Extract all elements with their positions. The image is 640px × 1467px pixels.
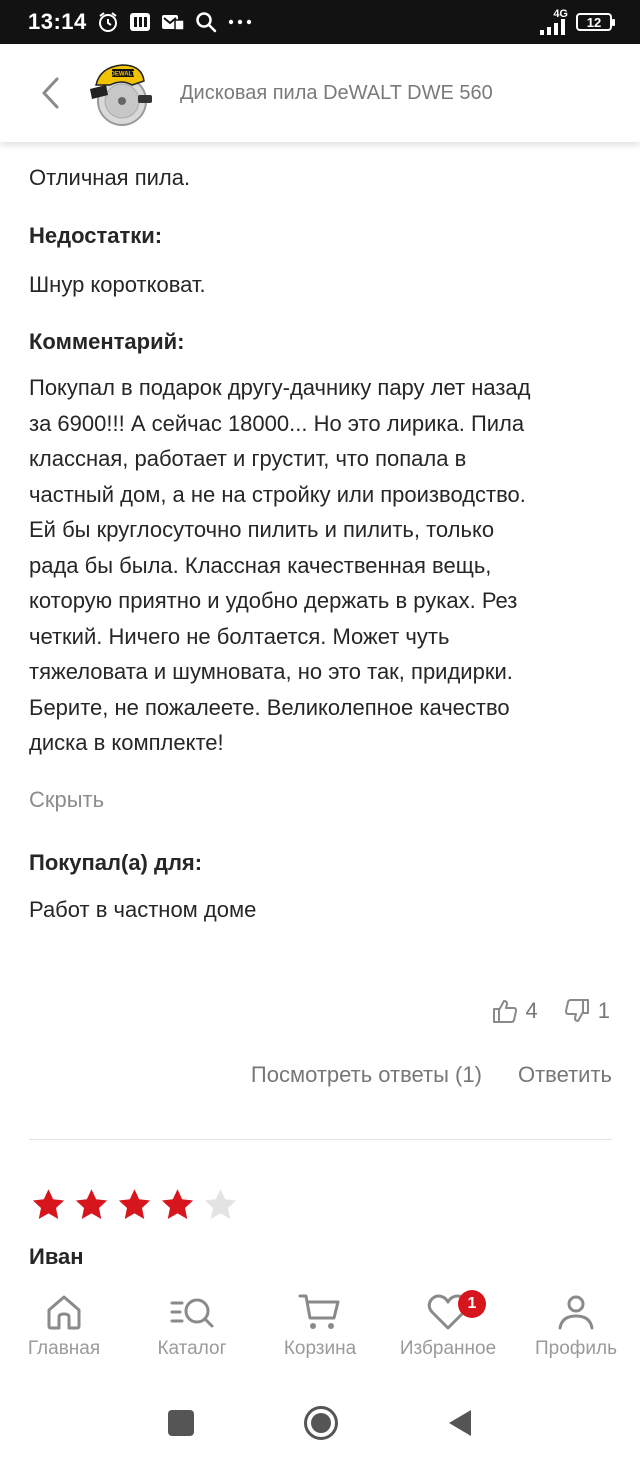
rating-stars [30, 1187, 239, 1223]
view-replies-link[interactable]: Посмотреть ответы (1) [251, 1062, 482, 1088]
signal-group: 4G [538, 9, 568, 35]
nav-catalog[interactable]: Каталог [128, 1278, 256, 1378]
nav-cart[interactable]: Корзина [256, 1278, 384, 1378]
more-dots-icon [228, 19, 251, 25]
page-title: Дисковая пила DeWALT DWE 560 [180, 81, 493, 104]
app-screen: 13:14 4G 12 DEWALT Дисковая пила DeWALT … [0, 0, 640, 1467]
comment-text: Покупал в подарок другу-дачнику пару лет… [29, 370, 614, 761]
network-type: 4G [553, 8, 568, 20]
product-thumbnail[interactable]: DEWALT [82, 55, 158, 131]
nav-catalog-label: Каталог [157, 1338, 227, 1359]
product-header: DEWALT Дисковая пила DeWALT DWE 560 [0, 44, 640, 142]
alarm-icon [98, 12, 117, 32]
nav-cart-label: Корзина [283, 1338, 357, 1359]
status-time: 13:14 [28, 9, 87, 34]
catalog-search-icon [170, 1298, 214, 1328]
comment-line: диска в комплекте! [29, 730, 224, 755]
comment-line: за 6900!!! А сейчас 18000... Но это лири… [29, 410, 525, 436]
chevron-left-icon [42, 77, 59, 109]
recent-apps-button[interactable] [167, 1409, 195, 1437]
mail-app-icon [161, 15, 185, 31]
purpose-label: Покупал(а) для: [29, 849, 203, 875]
system-navigation-bar [0, 1378, 640, 1467]
status-notification-icons [97, 11, 253, 33]
reply-link[interactable]: Ответить [518, 1062, 612, 1088]
star-filled-icon [32, 1189, 65, 1219]
back-system-button[interactable] [447, 1408, 473, 1438]
cart-icon [298, 1294, 340, 1329]
triangle-back-icon [449, 1409, 471, 1436]
battery-indicator: 12 [576, 13, 615, 31]
favorites-badge: 1 [458, 1290, 486, 1318]
nav-home-label: Главная [27, 1338, 101, 1359]
review-body: Отличная пила. Недостатки: Шнур коротков… [29, 142, 614, 927]
thumb-brand: DEWALT [111, 72, 136, 78]
nav-favorites-label: Избранное [399, 1338, 497, 1359]
cons-text: Шнур коротковат. [29, 271, 206, 297]
home-icon [47, 1295, 81, 1330]
comment-line: тяжеловата и шумновата, но это так, прид… [29, 659, 513, 684]
status-right: 4G 12 [538, 9, 615, 35]
nav-profile[interactable]: Профиль [512, 1278, 640, 1378]
nav-profile-label: Профиль [534, 1338, 618, 1359]
comment-label: Комментарий: [29, 329, 185, 354]
thumbs-up-icon [492, 1000, 517, 1023]
star-filled-icon [161, 1189, 194, 1219]
thumbs-down-icon [564, 999, 589, 1022]
bottom-navigation: Главная Каталог Корзина Избранное 1 Проф… [0, 1278, 640, 1378]
star-filled-icon [75, 1189, 108, 1219]
review-divider [29, 1139, 612, 1140]
reviewer-name: Иван [29, 1244, 84, 1269]
nav-home[interactable]: Главная [0, 1278, 128, 1378]
comment-line: Ей бы круглосуточно пилить и пилить, тол… [29, 517, 495, 542]
dislike-count: 1 [597, 998, 610, 1023]
comment-line: классная, работает и грустит, что попала… [29, 446, 467, 471]
signal-icon [540, 19, 565, 35]
status-bar: 13:14 4G 12 [0, 0, 640, 44]
comment-line: рада бы была. Классная качественная вещь… [29, 552, 492, 578]
dislike-button[interactable]: 1 [564, 998, 610, 1024]
review-actions: Посмотреть ответы (1) Ответить [251, 1062, 612, 1088]
hide-comment-link[interactable]: Скрыть [29, 787, 614, 813]
news-app-icon [129, 13, 150, 31]
circle-home-icon [304, 1405, 338, 1440]
comment-line: частный дом, а не на стройку или произво… [29, 481, 526, 507]
square-icon [168, 1409, 194, 1436]
purpose-text: Работ в частном доме [29, 896, 257, 922]
cons-label: Недостатки: [29, 222, 163, 248]
pros-text: Отличная пила. [29, 165, 191, 190]
star-filled-icon [118, 1189, 151, 1219]
profile-icon [558, 1295, 594, 1330]
review-votes: 4 1 [492, 998, 610, 1024]
like-button[interactable]: 4 [492, 998, 538, 1024]
battery-level: 12 [586, 14, 602, 30]
star-empty-icon [204, 1189, 237, 1219]
nav-favorites[interactable]: Избранное 1 [384, 1278, 512, 1378]
comment-line: которую приятно и удобно держать в руках… [29, 588, 518, 613]
comment-line: четкий. Ничего не болтается. Может чуть [29, 623, 450, 649]
comment-line: Берите, не пожалеете. Великолепное качес… [29, 694, 510, 720]
search-icon [196, 12, 217, 33]
like-count: 4 [525, 998, 538, 1023]
comment-line: Покупал в подарок другу-дачнику пару лет… [29, 375, 531, 400]
back-button[interactable] [20, 63, 80, 123]
home-system-button[interactable] [303, 1405, 339, 1441]
